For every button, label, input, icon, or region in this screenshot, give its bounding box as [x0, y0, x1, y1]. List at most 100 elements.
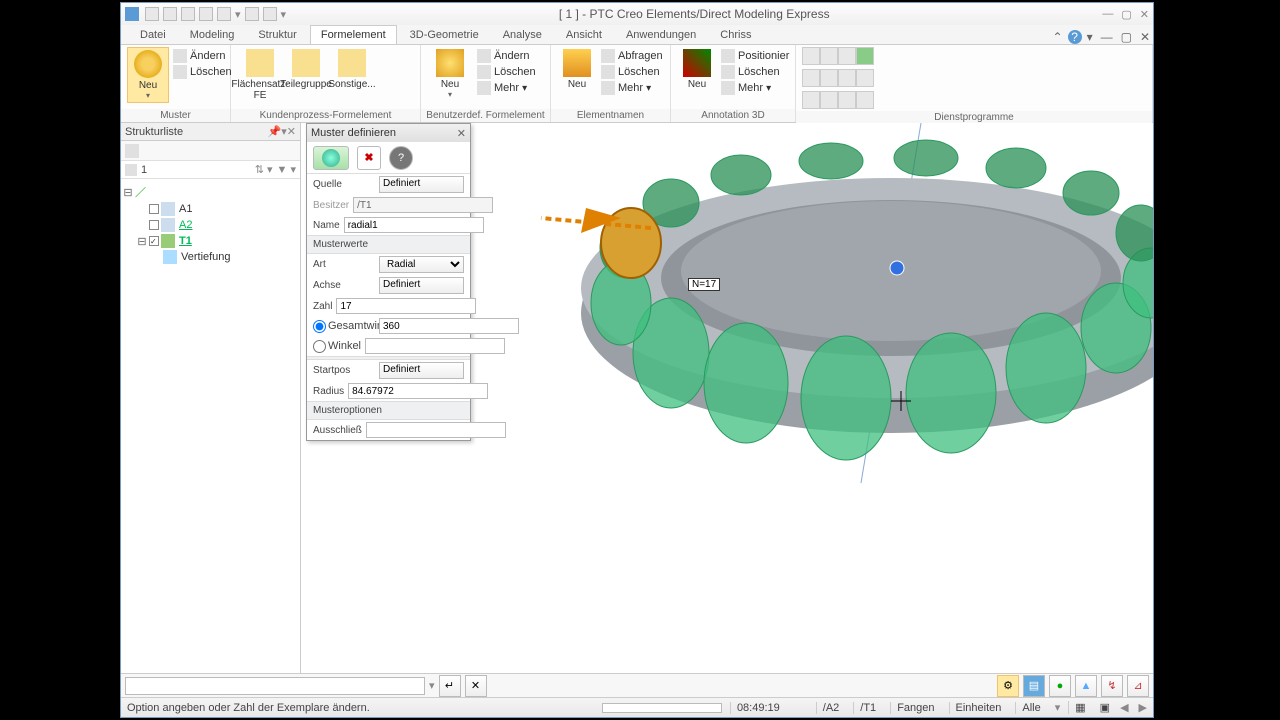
dialog-ok-button[interactable]: [313, 146, 349, 170]
view-mode-3[interactable]: ●: [1049, 675, 1071, 697]
panel-pin-icon[interactable]: 📌: [268, 125, 282, 138]
node-checkbox[interactable]: [149, 236, 159, 246]
elementnamen-mehr-button[interactable]: Mehr ▾: [601, 81, 663, 95]
view-mode-1[interactable]: ⚙: [997, 675, 1019, 697]
view-mode-2[interactable]: ▤: [1023, 675, 1045, 697]
node-vertiefung[interactable]: Vertiefung: [179, 251, 233, 263]
elementnamen-abfragen-button[interactable]: Abfragen: [601, 49, 663, 63]
status-view-icon-1[interactable]: ▦: [1068, 701, 1091, 714]
util-icon-9[interactable]: [838, 91, 856, 109]
new-icon[interactable]: [145, 7, 159, 21]
elementnamen-loeschen-button[interactable]: Löschen: [601, 65, 663, 79]
ribbon-expand-icon[interactable]: ⌃: [1050, 30, 1066, 44]
node-checkbox[interactable]: [149, 220, 159, 230]
view-mode-6[interactable]: ⊿: [1127, 675, 1149, 697]
benutzerdef-loeschen-button[interactable]: Löschen: [477, 65, 536, 79]
undo-dropdown[interactable]: ▾: [235, 8, 241, 21]
radius-field[interactable]: [348, 383, 488, 399]
zahl-field[interactable]: [336, 298, 476, 314]
gesamtwink-field[interactable]: [379, 318, 519, 334]
minimize-button[interactable]: —: [1102, 8, 1113, 21]
tab-datei[interactable]: Datei: [129, 25, 177, 44]
status-path1[interactable]: /A2: [816, 702, 846, 714]
startpos-button[interactable]: Definiert: [379, 362, 464, 379]
muster-aendern-button[interactable]: Ändern: [173, 49, 232, 63]
close-button[interactable]: ✕: [1140, 8, 1149, 21]
util-icon-1[interactable]: [802, 47, 820, 65]
achse-button[interactable]: Definiert: [379, 277, 464, 294]
view-mode-4[interactable]: ▲: [1075, 675, 1097, 697]
filter-sort-icon[interactable]: ⇅ ▾: [255, 163, 273, 176]
pattern-count-annotation[interactable]: N=17: [688, 278, 720, 291]
tab-analyse[interactable]: Analyse: [492, 25, 553, 44]
util-icon-8[interactable]: [838, 69, 856, 87]
filter-funnel-icon[interactable]: ▼ ▾: [277, 163, 296, 176]
ribbon-close-icon[interactable]: ✕: [1137, 30, 1153, 44]
dialog-help-button[interactable]: ?: [389, 146, 413, 170]
tool-icon[interactable]: [263, 7, 277, 21]
tab-ansicht[interactable]: Ansicht: [555, 25, 613, 44]
benutzerdef-aendern-button[interactable]: Ändern: [477, 49, 536, 63]
dialog-cancel-button[interactable]: ✖: [357, 146, 381, 170]
command-input[interactable]: [125, 677, 425, 695]
node-a2[interactable]: A2: [177, 219, 194, 231]
elementnamen-neu-button[interactable]: Neu: [557, 47, 597, 92]
tree-mode-icon[interactable]: [125, 144, 139, 158]
maximize-button[interactable]: ▢: [1121, 8, 1131, 21]
quelle-button[interactable]: Definiert: [379, 176, 464, 193]
winkel-radio[interactable]: [313, 340, 326, 353]
undo-icon[interactable]: [217, 7, 231, 21]
util-icon-5[interactable]: [820, 69, 838, 87]
winkel-field[interactable]: [365, 338, 505, 354]
tab-struktur[interactable]: Struktur: [247, 25, 308, 44]
tree-collapse-icon[interactable]: ⊟: [137, 235, 147, 248]
node-t1[interactable]: T1: [177, 235, 194, 247]
tab-chriss[interactable]: Chriss: [709, 25, 762, 44]
tab-modeling[interactable]: Modeling: [179, 25, 246, 44]
dialog-close-icon[interactable]: ✕: [457, 127, 466, 140]
util-icon-12[interactable]: [856, 91, 874, 109]
annotation-loeschen-button[interactable]: Löschen: [721, 65, 789, 79]
status-fangen[interactable]: Fangen: [890, 702, 940, 714]
view-mode-5[interactable]: ↯: [1101, 675, 1123, 697]
util-icon-2[interactable]: [802, 69, 820, 87]
util-icon-6[interactable]: [820, 91, 838, 109]
ribbon-dropdown[interactable]: ▾: [1084, 30, 1096, 44]
open-icon[interactable]: [163, 7, 177, 21]
status-einheiten[interactable]: Einheiten: [949, 702, 1008, 714]
cmd-enter-button[interactable]: ↵: [439, 675, 461, 697]
art-select[interactable]: Radial: [379, 256, 464, 273]
status-dropdown[interactable]: ▾: [1055, 701, 1061, 714]
panel-close-icon[interactable]: ✕: [287, 125, 296, 138]
util-icon-3[interactable]: [802, 91, 820, 109]
status-next-icon[interactable]: ▶: [1139, 701, 1147, 714]
teilegruppe-button[interactable]: Teilegruppe: [283, 47, 329, 92]
cmd-cancel-button[interactable]: ✕: [465, 675, 487, 697]
tree-collapse-icon[interactable]: ⊟: [123, 186, 133, 199]
help-icon[interactable]: ?: [1068, 30, 1082, 44]
cmd-dropdown-icon[interactable]: ▾: [429, 679, 435, 692]
besitzer-field[interactable]: [353, 197, 493, 213]
tab-anwendungen[interactable]: Anwendungen: [615, 25, 707, 44]
util-icon-4[interactable]: [820, 47, 838, 65]
benutzerdef-neu-button[interactable]: Neu▾: [427, 47, 473, 101]
annotation-positionier-button[interactable]: Positionier: [721, 49, 789, 63]
name-field[interactable]: [344, 217, 484, 233]
util-icon-11[interactable]: [856, 69, 874, 87]
flaechensatz-button[interactable]: Flächensatz-FE: [237, 47, 283, 103]
tab-formelement[interactable]: Formelement: [310, 25, 397, 44]
status-prev-icon[interactable]: ◀: [1118, 701, 1130, 714]
muster-neu-button[interactable]: Neu ▾: [127, 47, 169, 103]
node-checkbox[interactable]: [149, 204, 159, 214]
annotation-neu-button[interactable]: Neu: [677, 47, 717, 92]
ribbon-restore-icon[interactable]: ▢: [1118, 30, 1135, 44]
redo-icon[interactable]: [245, 7, 259, 21]
sonstige-button[interactable]: Sonstige...: [329, 47, 375, 92]
benutzerdef-mehr-button[interactable]: Mehr ▾: [477, 81, 536, 95]
annotation-mehr-button[interactable]: Mehr ▾: [721, 81, 789, 95]
status-path2[interactable]: /T1: [853, 702, 882, 714]
status-view-icon-2[interactable]: ▣: [1100, 701, 1110, 714]
ribbon-min-icon[interactable]: —: [1098, 30, 1116, 44]
filter-icon[interactable]: [125, 164, 137, 176]
gesamtwink-radio[interactable]: [313, 320, 326, 333]
